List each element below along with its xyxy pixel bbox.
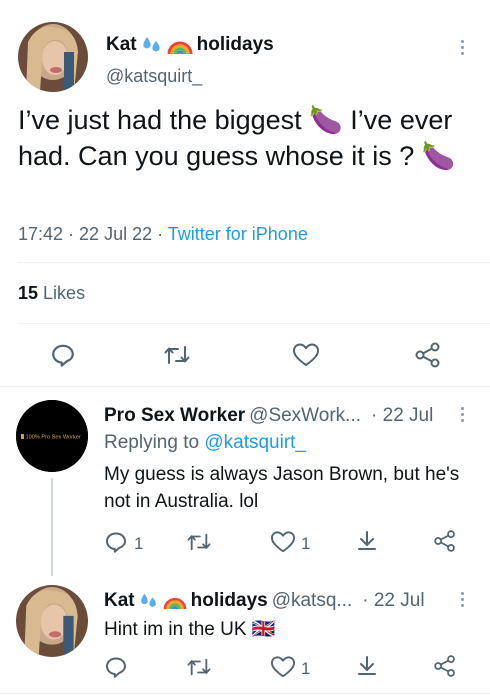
droplets-emoji: [140, 593, 156, 607]
more-icon[interactable]: [459, 407, 465, 422]
author-name[interactable]: Kat holidays: [106, 34, 274, 56]
divider: [18, 262, 490, 263]
avatar-image: 100% Pro Sex Worker: [16, 400, 88, 472]
likes-count: 15: [18, 283, 39, 303]
reply-text: Hint im in the UK 🇬🇧: [104, 619, 276, 640]
like-icon[interactable]: [270, 530, 296, 554]
reply-icon[interactable]: [104, 530, 128, 554]
like-icon[interactable]: [292, 342, 320, 368]
divider: [0, 693, 490, 694]
tweet-meta: 17:42 · 22 Jul 22 · Twitter for iPhone: [18, 224, 308, 244]
reply-author-handle: @SexWork...: [249, 405, 362, 426]
tweet-time: 17:42: [18, 224, 64, 244]
likes-label: Likes: [43, 283, 86, 303]
rainbow-emoji: [167, 41, 193, 55]
share-icon[interactable]: [414, 341, 442, 369]
download-icon[interactable]: [355, 529, 379, 553]
reply-date: · 22 Jul: [362, 590, 425, 611]
like-count: 1: [301, 659, 311, 678]
avatar-image: [18, 22, 88, 92]
reply-author-handle: @katsq...: [271, 590, 353, 611]
retweet-icon[interactable]: [163, 343, 191, 367]
reply-date: · 22 Jul: [371, 405, 434, 426]
droplets-emoji: [143, 37, 160, 52]
retweet-icon[interactable]: [186, 656, 212, 678]
reply-author-name: Kat: [104, 590, 135, 611]
share-icon[interactable]: [433, 529, 457, 553]
reply-author-name: Pro Sex Worker: [104, 405, 246, 426]
like-count: 1: [301, 534, 311, 553]
reply-text: My guess is always Jason Brown, but he's…: [104, 464, 460, 512]
avatar[interactable]: 100% Pro Sex Worker: [16, 400, 88, 472]
avatar[interactable]: [16, 585, 88, 657]
rainbow-emoji: [163, 597, 186, 610]
reply-icon[interactable]: [50, 342, 76, 368]
tweet-date: 22 Jul 22: [79, 224, 153, 244]
tweet-source[interactable]: Twitter for iPhone: [168, 224, 308, 244]
likes-summary[interactable]: 15 Likes: [18, 283, 85, 304]
replying-to-handle[interactable]: @katsquirt_: [204, 432, 306, 453]
avatar[interactable]: [18, 22, 88, 92]
divider: [0, 386, 490, 387]
author-handle[interactable]: @katsquirt_: [106, 66, 202, 87]
thread-line: [51, 478, 53, 576]
more-icon[interactable]: [459, 592, 465, 607]
reply-icon[interactable]: [104, 655, 128, 679]
tweet-text: I’ve just had the biggest 🍆 I’ve ever ha…: [18, 105, 456, 171]
divider: [18, 323, 490, 324]
replying-to: Replying to @katsquirt_: [104, 432, 306, 454]
download-icon[interactable]: [355, 654, 379, 678]
retweet-icon[interactable]: [186, 531, 212, 553]
like-icon[interactable]: [270, 655, 296, 679]
avatar-image: [16, 585, 88, 657]
replying-prefix: Replying to: [104, 432, 200, 453]
author-name-text: Kat: [106, 34, 137, 55]
reply-author[interactable]: Pro Sex Worker @SexWork... · 22 Jul: [104, 405, 433, 427]
reply-author-suffix: holidays: [190, 590, 268, 611]
avatar-caption: 100% Pro Sex Worker: [26, 435, 81, 441]
share-icon[interactable]: [433, 654, 457, 678]
reply-author[interactable]: Kat holidays @katsq... · 22 Jul: [104, 590, 425, 612]
reply-count: 1: [134, 534, 144, 553]
author-suffix-text: holidays: [196, 34, 274, 55]
more-icon[interactable]: [459, 40, 465, 55]
